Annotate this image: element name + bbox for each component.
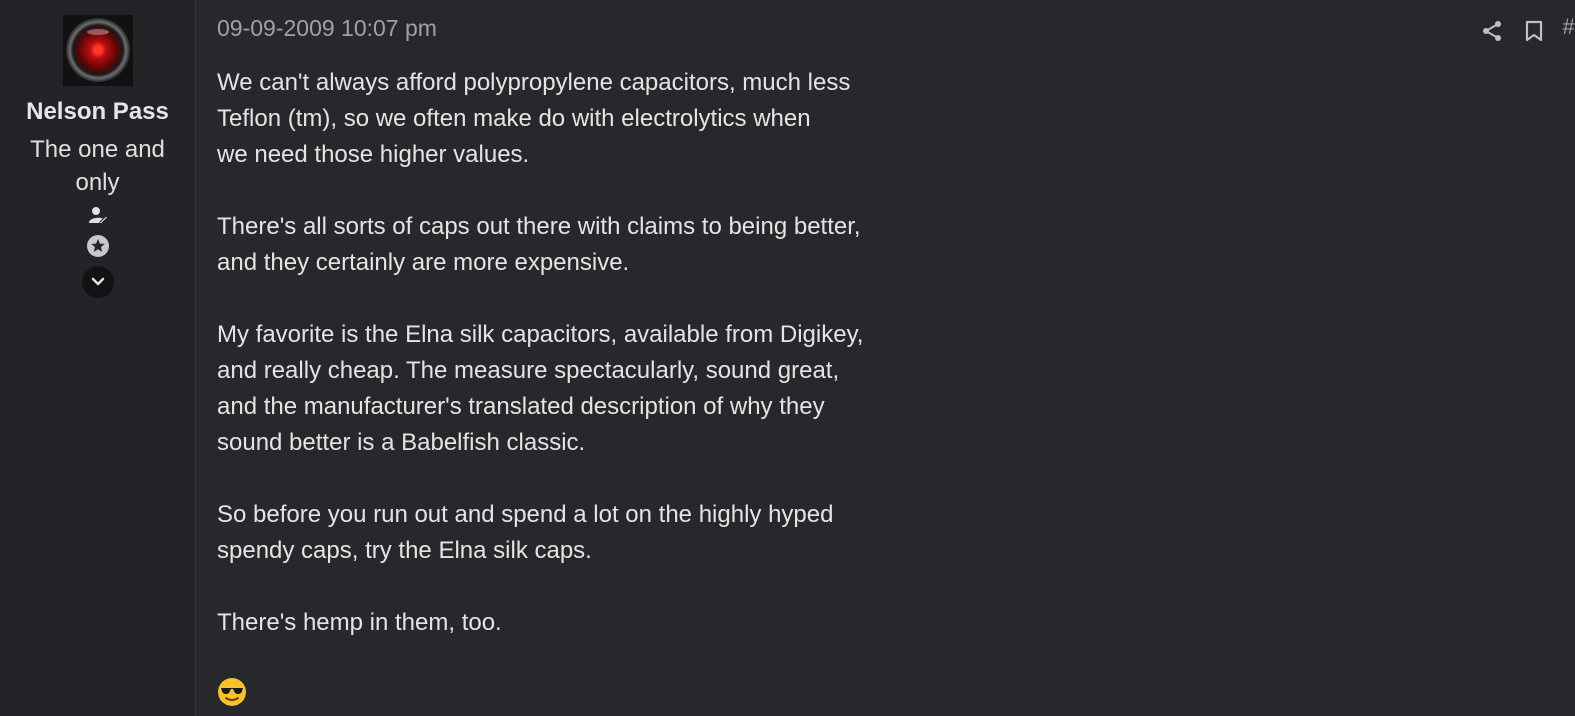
forum-post: Nelson Pass The one and only 09-09-2009 … [0,0,1575,716]
post-paragraph: We can't always afford polypropylene cap… [217,69,851,168]
post-paragraph: So before you run out and spend a lot on… [217,501,834,564]
post-paragraph: My favorite is the Elna silk capacitors,… [217,321,864,456]
avatar[interactable] [62,15,133,86]
post-actions: #1 [1481,14,1575,42]
user-info-panel: Nelson Pass The one and only [0,0,196,716]
chevron-down-icon [91,277,104,286]
bookmark-icon[interactable] [1525,20,1543,42]
username[interactable]: Nelson Pass [26,98,169,126]
avatar-highlight [86,29,109,35]
post-paragraph: There's all sorts of caps out there with… [217,213,861,276]
post-paragraph: There's hemp in them, too. [217,609,502,636]
user-title: The one and only [30,136,165,196]
post-body: We can't always afford polypropylene cap… [217,65,937,677]
cool-sunglasses-smiley-icon [218,678,246,706]
share-icon[interactable] [1481,20,1503,42]
avatar-image [65,18,130,82]
post-date: 09-09-2009 10:07 pm [217,15,437,41]
star-badge-icon[interactable] [86,234,110,258]
user-edit-icon[interactable] [88,205,108,225]
post-number-link[interactable]: #1 [1563,14,1575,40]
expand-user-info-button[interactable] [81,266,114,298]
post-content-area: 09-09-2009 10:07 pm #1 We can't always a… [196,0,1575,716]
